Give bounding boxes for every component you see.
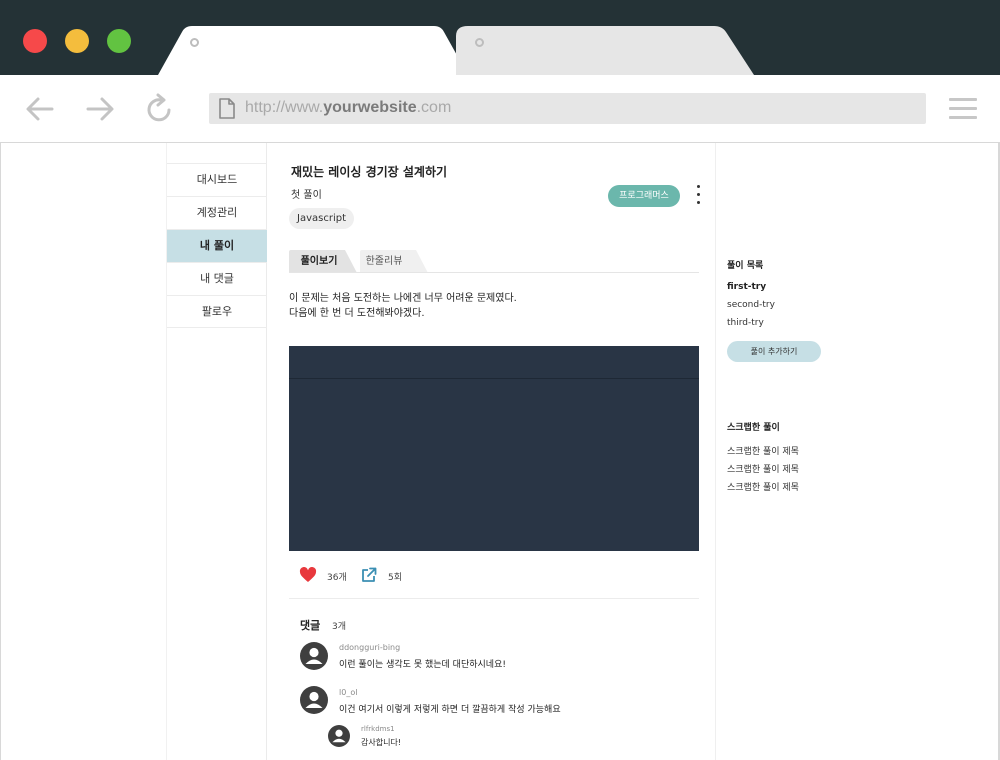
scrap-item[interactable]: 스크랩한 풀이 제목 — [727, 444, 799, 457]
solution-item-second-try[interactable]: second-try — [727, 300, 775, 310]
comment-text: 이런 풀이는 생각도 못 했는데 대단하시네요! — [339, 660, 506, 670]
more-options-icon[interactable] — [694, 185, 702, 207]
comment-reply: rlfrkdms1 감사합니다! — [328, 725, 698, 751]
scrap-item[interactable]: 스크랩한 풀이 제목 — [727, 462, 799, 475]
tab-one-line-review[interactable]: 한줄리뷰 — [360, 250, 430, 273]
reload-icon[interactable] — [144, 93, 176, 125]
platform-button[interactable]: 프로그래머스 — [608, 185, 680, 207]
tabs-divider — [289, 272, 699, 273]
browser-tab-active[interactable] — [158, 26, 468, 75]
tab-view-solution[interactable]: 풀이보기 — [289, 250, 359, 273]
sidebar: 대시보드 계정관리 내 풀이 내 댓글 팔로우 — [166, 143, 267, 760]
comments-title: 댓글 — [300, 619, 321, 632]
close-window-button[interactable] — [23, 29, 47, 53]
avatar-icon — [300, 686, 328, 714]
sidebar-item-dashboard[interactable]: 대시보드 — [167, 163, 267, 196]
post-description: 이 문제는 처음 도전하는 나에겐 너무 어려운 문제였다. 다음에 한 번 더… — [289, 293, 517, 319]
right-panel-border — [715, 143, 716, 760]
minimize-window-button[interactable] — [65, 29, 89, 53]
language-tag[interactable]: Javascript — [289, 208, 354, 229]
document-icon — [219, 98, 235, 119]
comment-item: l0_ol 이건 여기서 이렇게 저렇게 하면 더 깔끔하게 작성 가능해요 — [300, 686, 700, 716]
avatar-icon — [300, 642, 328, 670]
page-frame-left — [0, 143, 1, 760]
share-icon[interactable] — [361, 567, 377, 583]
hamburger-menu-icon[interactable] — [949, 98, 977, 120]
sidebar-item-follow[interactable]: 팔로우 — [167, 295, 267, 328]
post-subtitle: 첫 풀이 — [291, 190, 322, 201]
comment-item: ddongguri-bing 이런 풀이는 생각도 못 했는데 대단하시네요! — [300, 642, 700, 672]
comment-username[interactable]: ddongguri-bing — [339, 643, 400, 652]
comment-text: 감사합니다! — [361, 738, 402, 747]
code-block-header — [289, 346, 699, 379]
browser-titlebar — [0, 0, 1000, 75]
solution-item-third-try[interactable]: third-try — [727, 318, 764, 328]
tab-close-icon[interactable] — [475, 38, 484, 47]
browser-toolbar: http://www.yourwebsite.com — [0, 75, 1000, 143]
browser-tab-inactive[interactable] — [456, 26, 754, 75]
reactions-bar: 36개 5회 — [299, 566, 699, 586]
sidebar-item-my-comments[interactable]: 내 댓글 — [167, 262, 267, 295]
code-block[interactable] — [289, 346, 699, 551]
tab-close-icon[interactable] — [190, 38, 199, 47]
sidebar-item-account[interactable]: 계정관리 — [167, 196, 267, 229]
comment-text: 이건 여기서 이렇게 저렇게 하면 더 깔끔하게 작성 가능해요 — [339, 705, 561, 715]
solution-item-first-try[interactable]: first-try — [727, 282, 766, 292]
sidebar-item-my-solutions[interactable]: 내 풀이 — [167, 229, 267, 262]
like-count: 36개 — [327, 573, 347, 583]
maximize-window-button[interactable] — [107, 29, 131, 53]
avatar-icon — [328, 725, 350, 747]
share-count: 5회 — [388, 573, 403, 583]
url-text: http://www.yourwebsite.com — [245, 99, 452, 116]
comments-count: 3개 — [332, 622, 347, 632]
url-bar[interactable]: http://www.yourwebsite.com — [209, 93, 926, 124]
add-solution-button[interactable]: 풀이 추가하기 — [727, 341, 821, 362]
section-divider — [289, 598, 699, 599]
post-title: 재밌는 레이싱 경기장 설계하기 — [291, 165, 448, 179]
forward-arrow-icon[interactable] — [84, 93, 116, 125]
scrap-item[interactable]: 스크랩한 풀이 제목 — [727, 480, 799, 493]
scraps-title: 스크랩한 풀이 — [727, 423, 780, 433]
back-arrow-icon[interactable] — [24, 93, 56, 125]
heart-icon[interactable] — [299, 567, 317, 583]
comment-username[interactable]: l0_ol — [339, 688, 357, 697]
comment-username[interactable]: rlfrkdms1 — [361, 725, 395, 733]
solutions-list-title: 풀이 목록 — [727, 261, 764, 271]
